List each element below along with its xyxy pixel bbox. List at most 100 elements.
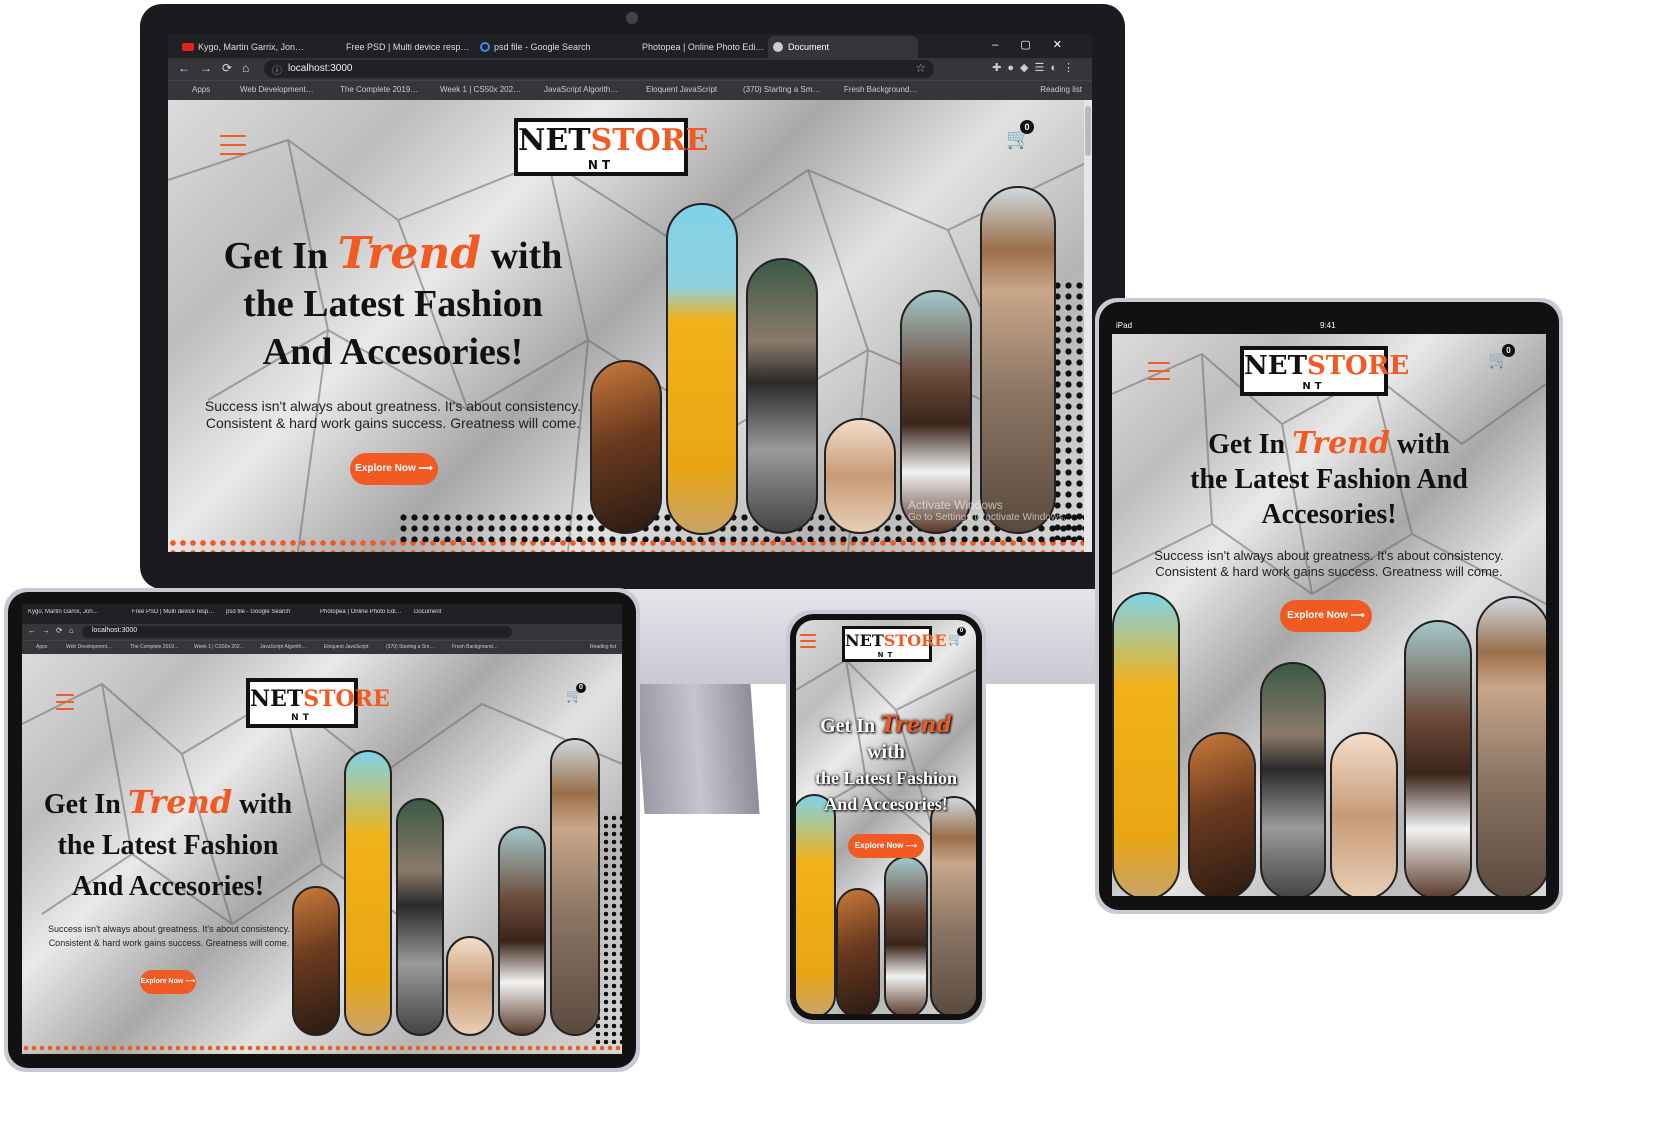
browser-tab[interactable]: Kygo, Martin Garrix, Jon… <box>176 38 338 56</box>
desktop-bookmarks-bar: Apps Web Development… The Complete 2019…… <box>168 80 1092 101</box>
explore-now-button[interactable]: Explore Now ⟶ <box>1280 600 1372 632</box>
hero-headline: Get In Trend with the Latest Fashion And… <box>814 712 957 814</box>
laptop-hero: NETSTORE NT 🛒 0 Get In Trend with the La… <box>22 654 622 1054</box>
bookmark[interactable]: Web Development… <box>240 85 314 94</box>
activate-windows-watermark: Activate Windows Go to Settings to activ… <box>908 498 1066 523</box>
hero-headline: Get In Trend with the Latest Fashion And… <box>1190 426 1468 530</box>
headline-with: with <box>481 235 563 277</box>
laptop-address-row: ←→⟳⌂ localhost:3000 <box>22 624 622 640</box>
tab-label: Photopea | Online Photo Edi… <box>642 42 765 52</box>
cart-badge: 0 <box>576 683 586 693</box>
desktop-hero: NETSTORE NT 🛒 0 Get In Trend with the La… <box>168 100 1092 552</box>
perfume-image <box>292 886 340 1036</box>
model-yellow-image <box>344 750 392 1036</box>
model-hat-image <box>930 796 976 1014</box>
hamburger-menu-icon[interactable] <box>800 634 816 648</box>
hamburger-menu-icon[interactable] <box>56 694 74 710</box>
model-yellow-image <box>1112 592 1180 896</box>
lipstick-image <box>446 936 494 1036</box>
google-icon <box>480 42 490 52</box>
cart-badge: 0 <box>957 627 966 636</box>
desktop-tab-bar: Kygo, Martin Garrix, Jon… Free PSD | Mul… <box>168 34 1092 58</box>
laptop-bookmarks-bar: Apps Web Development… The Complete 2019…… <box>22 640 622 655</box>
browser-tab[interactable]: psd file - Google Search <box>226 609 310 615</box>
bookmark[interactable]: Eloquent JavaScript <box>646 85 717 94</box>
hamburger-menu-icon[interactable] <box>1148 362 1170 380</box>
tab-label: Free PSD | Multi device resp… <box>346 42 470 52</box>
browser-tab[interactable]: Free PSD | Multi device resp… <box>132 609 216 615</box>
model-hat-image <box>1476 596 1546 896</box>
cart-badge: 0 <box>1502 344 1515 357</box>
nav-buttons[interactable]: ←→⟳⌂ <box>178 61 259 75</box>
bookmark[interactable]: The Complete 2019… <box>340 85 418 94</box>
tablet-status-bar: iPad 9:41 <box>1112 318 1546 334</box>
perfume-image <box>1188 732 1256 896</box>
bookmark[interactable]: Fresh Background… <box>844 85 917 94</box>
monitor-stand <box>635 684 760 814</box>
tab-label: Kygo, Martin Garrix, Jon… <box>198 42 305 52</box>
browser-tab[interactable]: Free PSD | Multi device resp… <box>328 38 474 56</box>
desktop-address-row: ←→⟳⌂ ⓘ localhost:3000 ☆ ✚●◆☰◐⋮ <box>168 58 1092 80</box>
netstore-logo[interactable]: NETSTORE NT <box>842 626 947 662</box>
model-magazine-image <box>498 826 546 1036</box>
explore-now-button[interactable]: Explore Now ⟶ <box>350 453 438 485</box>
info-icon: ⓘ <box>272 66 282 77</box>
explore-now-button[interactable]: Explore Now ⟶ <box>848 834 924 858</box>
model-yellow-image <box>666 203 738 535</box>
tab-label: psd file - Google Search <box>494 42 591 52</box>
model-magazine-image <box>884 856 928 1014</box>
nav-buttons[interactable]: ←→⟳⌂ <box>28 626 80 635</box>
perfume-image <box>590 360 662 534</box>
netstore-logo[interactable]: NETSTORE NT <box>1240 346 1409 396</box>
browser-tab[interactable]: Photopea | Online Photo Edi… <box>320 609 404 615</box>
window-controls[interactable]: –▢✕ <box>992 38 1084 51</box>
model-jacket-image <box>746 258 818 534</box>
bookmark[interactable]: JavaScript Algorith… <box>544 85 618 94</box>
model-yellow-image <box>796 794 836 1014</box>
hero-headline: Get In Trend with the Latest Fashion And… <box>43 783 293 902</box>
orange-dot-strip <box>22 1044 622 1054</box>
bookmark[interactable]: Week 1 | CS50x 202… <box>440 85 521 94</box>
address-field[interactable]: ⓘ localhost:3000 ☆ <box>264 60 934 78</box>
page-scrollbar[interactable] <box>1084 100 1092 552</box>
chrome-icon <box>773 42 783 52</box>
cart-icon[interactable]: 🛒 0 <box>566 683 586 704</box>
hero-subtext: Success isn't always about greatness. It… <box>204 398 582 431</box>
hero-subtext: Success isn't always about greatness. It… <box>48 924 290 948</box>
netstore-logo[interactable]: NETSTORE NT <box>514 118 709 176</box>
hero-headline: Get In Trend with the Latest Fashion And… <box>208 230 578 376</box>
bookmark[interactable]: Apps <box>192 85 210 94</box>
logo-net: NET <box>518 123 591 158</box>
headline-pre: Get In <box>223 235 338 277</box>
perfume-image <box>836 888 880 1014</box>
phone-screen: NETSTORE NT 🛒 0 Get In Trend with the La… <box>796 620 976 1014</box>
logo-store: STORE <box>590 123 709 158</box>
netstore-logo[interactable]: NETSTORE NT <box>246 678 390 728</box>
browser-tab[interactable]: Kygo, Martin Garrix, Jon… <box>28 609 118 615</box>
model-hat-image <box>550 738 600 1036</box>
browser-tab[interactable]: psd file - Google Search <box>476 38 622 56</box>
monitor-camera <box>626 12 638 24</box>
explore-now-button[interactable]: Explore Now ⟶ <box>140 970 196 994</box>
star-icon[interactable]: ☆ <box>915 61 926 75</box>
bookmark[interactable]: (370) Starting a Sm… <box>743 85 820 94</box>
address-text: localhost:3000 <box>288 63 353 74</box>
browser-tab-active[interactable]: Document <box>414 609 498 615</box>
hamburger-menu-icon[interactable] <box>220 135 246 155</box>
cart-icon[interactable]: 🛒 0 <box>948 627 966 646</box>
browser-tab-active[interactable]: Document <box>768 36 918 58</box>
model-jacket-image <box>396 798 444 1036</box>
cart-badge: 0 <box>1020 120 1034 134</box>
cart-icon[interactable]: 🛒 0 <box>1006 120 1034 150</box>
cart-icon[interactable]: 🛒 0 <box>1488 344 1515 370</box>
browser-tab[interactable]: Photopea | Online Photo Edi… <box>624 38 770 56</box>
laptop-tab-bar: Kygo, Martin Garrix, Jon… Free PSD | Mul… <box>22 604 622 624</box>
lipstick-image <box>1330 732 1398 896</box>
address-field[interactable]: localhost:3000 <box>82 626 512 638</box>
extension-icons[interactable]: ✚●◆☰◐⋮ <box>992 61 1080 74</box>
lipstick-image <box>824 418 896 534</box>
tab-label: Document <box>788 42 830 52</box>
model-magazine-image <box>1404 620 1472 896</box>
reading-list[interactable]: Reading list <box>1040 85 1082 94</box>
logo-nt: NT <box>587 158 615 172</box>
